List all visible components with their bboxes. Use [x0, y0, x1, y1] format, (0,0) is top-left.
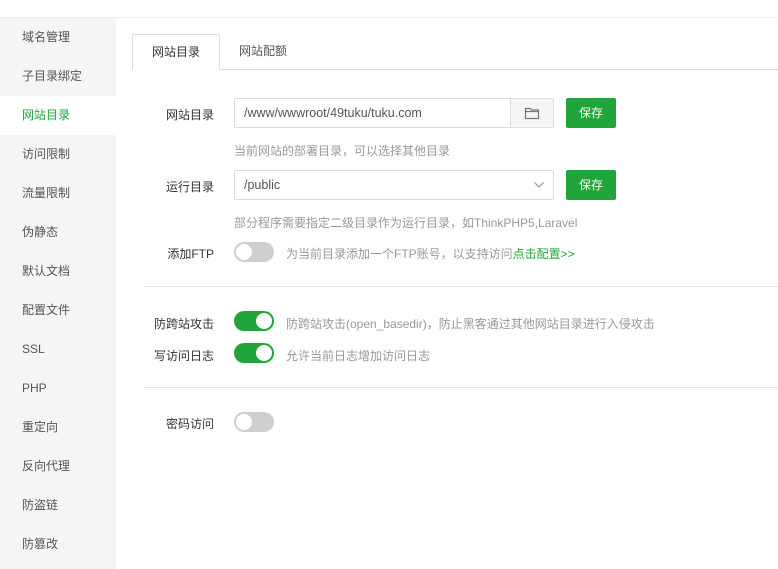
anti-xss-toggle[interactable]	[234, 311, 274, 331]
settings-sidebar: 域名管理 子目录绑定 网站目录 访问限制 流量限制 伪静态 默认文档 配置文件 …	[0, 18, 116, 569]
run-dir-selected-value: /public	[244, 178, 281, 192]
window-titlebar	[0, 0, 778, 18]
ftp-hint: 为当前目录添加一个FTP账号，以支持访问点击配置>>	[286, 245, 575, 262]
main-panel: 网站目录 网站配额 网站目录 /www/wwwroot/49tuku/tuku.…	[116, 18, 778, 569]
save-site-dir-button[interactable]: 保存	[566, 98, 616, 128]
save-run-dir-button[interactable]: 保存	[566, 170, 616, 200]
run-dir-label: 运行目录	[165, 180, 214, 194]
sidebar-item-domain[interactable]: 域名管理	[0, 18, 116, 57]
password-access-label: 密码访问	[165, 417, 214, 431]
anti-xss-hint: 防跨站攻击(open_basedir)，防止黑客通过其他网站目录进行入侵攻击	[286, 317, 655, 331]
tab-bar: 网站目录 网站配额	[132, 34, 778, 70]
section-divider	[144, 286, 778, 287]
sidebar-item-subdir-binding[interactable]: 子目录绑定	[0, 57, 116, 96]
password-access-toggle[interactable]	[234, 412, 274, 432]
site-dir-label: 网站目录	[165, 108, 214, 122]
ftp-toggle[interactable]	[234, 242, 274, 262]
sidebar-item-php[interactable]: PHP	[0, 369, 116, 408]
anti-xss-label: 防跨站攻击	[153, 317, 214, 331]
run-dir-hint: 部分程序需要指定二级目录作为运行目录，如ThinkPHP5,Laravel	[234, 216, 578, 230]
sidebar-item-redirect[interactable]: 重定向	[0, 408, 116, 447]
toggle-knob	[236, 244, 252, 260]
folder-icon	[524, 107, 540, 120]
access-log-hint: 允许当前日志增加访问日志	[286, 349, 431, 363]
sidebar-item-traffic-limit[interactable]: 流量限制	[0, 174, 116, 213]
site-dir-input-group: /www/wwwroot/49tuku/tuku.com	[234, 98, 554, 128]
chevron-down-icon	[534, 182, 544, 188]
tab-site-directory[interactable]: 网站目录	[132, 34, 221, 70]
sidebar-item-default-doc[interactable]: 默认文档	[0, 252, 116, 291]
ftp-config-link[interactable]: 点击配置>>	[513, 247, 575, 261]
ftp-label: 添加FTP	[167, 247, 214, 261]
toggle-knob	[256, 345, 272, 361]
section-divider	[144, 387, 778, 388]
sidebar-item-access-limit[interactable]: 访问限制	[0, 135, 116, 174]
toggle-knob	[236, 414, 252, 430]
site-dir-input[interactable]: /www/wwwroot/49tuku/tuku.com	[234, 98, 510, 128]
run-dir-select[interactable]: /public	[234, 170, 554, 200]
ftp-hint-text: 为当前目录添加一个FTP账号，以支持访问	[286, 247, 513, 261]
access-log-label: 写访问日志	[153, 349, 214, 363]
sidebar-item-ssl[interactable]: SSL	[0, 330, 116, 369]
sidebar-item-config-file[interactable]: 配置文件	[0, 291, 116, 330]
sidebar-item-reverse-proxy[interactable]: 反向代理	[0, 447, 116, 486]
sidebar-item-hotlink-protection[interactable]: 防盗链	[0, 486, 116, 525]
site-dir-hint: 当前网站的部署目录，可以选择其他目录	[234, 144, 451, 158]
sidebar-item-tamper-protection[interactable]: 防篡改	[0, 525, 116, 564]
tab-site-quota[interactable]: 网站配额	[220, 34, 306, 70]
access-log-toggle[interactable]	[234, 343, 274, 363]
toggle-knob	[256, 313, 272, 329]
sidebar-item-site-directory[interactable]: 网站目录	[0, 96, 116, 135]
folder-picker-button[interactable]	[510, 98, 554, 128]
sidebar-item-rewrite[interactable]: 伪静态	[0, 213, 116, 252]
